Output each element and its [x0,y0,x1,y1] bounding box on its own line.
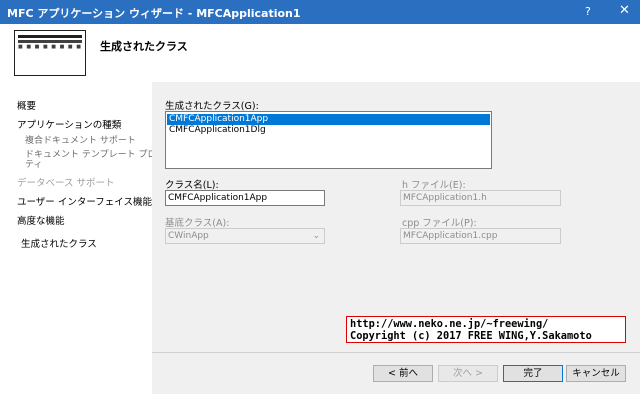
nav-item-doc-template-cont: ティ [25,160,43,170]
wizard-header: ■ ■ ■ ■ ■ ■ ■ ■ 生成されたクラス [0,24,640,83]
nav-item-database: データベース サポート [17,178,115,189]
classes-label: 生成されたクラス(G): [165,101,259,112]
close-button[interactable]: ✕ [619,3,630,18]
base-class-value: CWinApp [168,231,209,241]
cpp-file-input: MFCApplication1.cpp [400,228,561,244]
list-item[interactable]: CMFCApplication1App [167,114,490,125]
next-button: 次へ > [438,365,498,382]
help-button[interactable]: ? [585,5,591,18]
cpp-file-label: cpp ファイル(P): [402,218,477,229]
cancel-button[interactable]: キャンセル [566,365,626,382]
list-item[interactable]: CMFCApplication1Dlg [167,125,490,136]
prev-button[interactable]: < 前へ [373,365,433,382]
nav-item-overview[interactable]: 概要 [17,98,36,112]
watermark-url: http://www.neko.ne.jp/~freewing/ [350,318,549,330]
window-title: MFC アプリケーション ウィザード - MFCApplication1 [7,7,301,20]
h-file-input: MFCApplication1.h [400,190,561,206]
finish-button[interactable]: 完了 [503,365,563,382]
copyright-watermark: http://www.neko.ne.jp/~freewing/ Copyrig… [346,316,626,343]
nav-item-advanced[interactable]: 高度な機能 [17,213,65,227]
base-class-label: 基底クラス(A): [165,218,230,229]
generated-classes-list[interactable]: CMFCApplication1App CMFCApplication1Dlg [165,111,492,169]
nav-item-doc-template: ドキュメント テンプレート プロパ [25,150,166,160]
class-name-label: クラス名(L): [165,180,219,191]
class-name-input[interactable]: CMFCApplication1App [165,190,325,206]
chevron-down-icon: ⌄ [312,231,320,241]
nav-item-app-type[interactable]: アプリケーションの種類 [17,117,121,131]
title-bar[interactable]: MFC アプリケーション ウィザード - MFCApplication1 ? ✕ [0,0,640,24]
nav-item-ui-features[interactable]: ユーザー インターフェイス機能 [17,194,152,208]
h-file-label: h ファイル(E): [402,180,466,191]
watermark-copyright: Copyright (c) 2017 FREE WING,Y.Sakamoto [350,330,592,342]
nav-item-compound-doc: 複合ドキュメント サポート [25,136,136,146]
page-title: 生成されたクラス [100,40,188,53]
base-class-select: CWinApp ⌄ [165,228,325,244]
wizard-window-icon: ■ ■ ■ ■ ■ ■ ■ ■ [14,30,86,76]
nav-item-generated-classes[interactable]: 生成されたクラス [21,236,97,250]
